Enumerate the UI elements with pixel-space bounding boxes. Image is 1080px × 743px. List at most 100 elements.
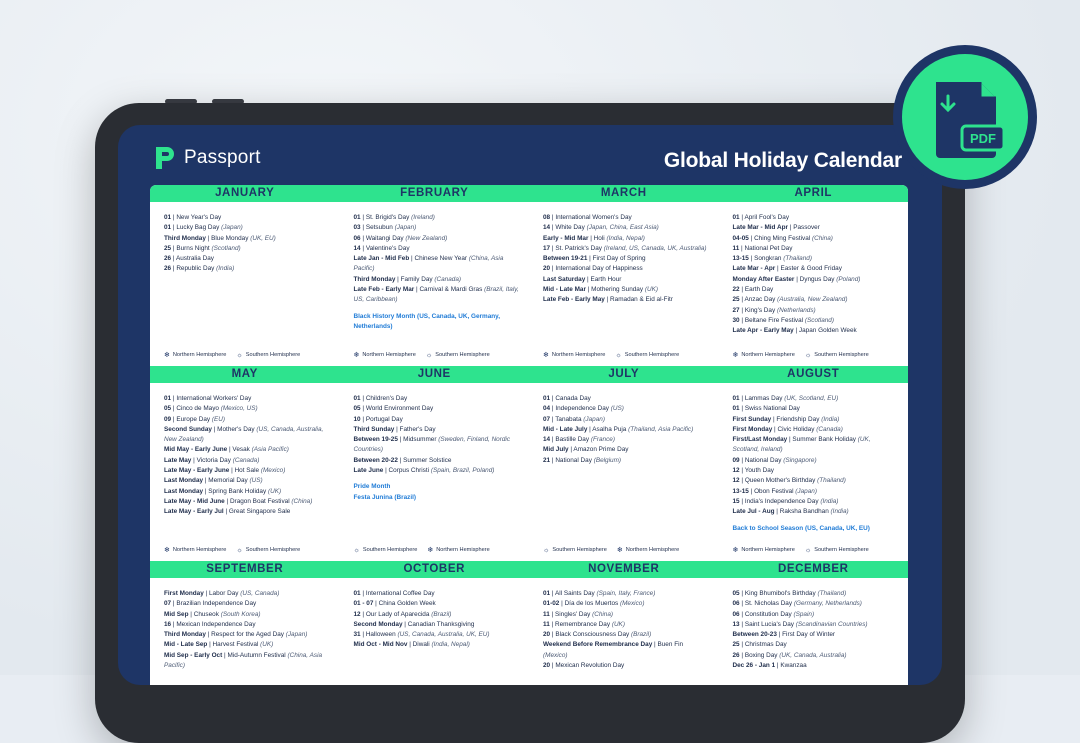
snowflake-icon: ❄ [732,352,739,359]
holiday-entry: 01 | International Coffee Day [353,590,435,597]
holiday-entry: Late Feb - Early Mar | Carnival & Mardi … [353,286,519,304]
holiday-entry: Between 20-23 | First Day of Winter [732,631,836,639]
holiday-entry: Last Saturday | Earth Hour [543,275,622,283]
holiday-entry: Late May | Victoria Day (Canada) [164,456,260,464]
holiday-entry: Mid July | Amazon Prime Day [543,446,629,454]
tablet-screen: Passport Global Holiday Calendar JANUARY… [118,125,942,685]
holiday-entry: Late May - Early June | Hot Sale (Mexico… [164,467,286,475]
sun-icon: ☼ [804,546,812,554]
north-hemisphere-label: ❄ Northern Hemisphere [353,352,416,359]
observance-link[interactable]: Back to School Season (US, Canada, UK, E… [733,524,899,534]
holiday-entry: 14 | Valentine's Day [353,244,410,252]
pdf-download-badge[interactable]: PDF [893,45,1037,189]
month-heading: NOVEMBER [529,561,719,578]
north-hemisphere-label: ❄ Northern Hemisphere [732,352,795,359]
holiday-entry: Late June | Corpus Christi (Spain, Brazi… [353,467,495,475]
holiday-entry: Mid Sep | Chuseok (South Korea) [164,610,261,618]
holiday-entry: 06 | Constitution Day (Spain) [732,610,815,618]
holiday-entry: 01 - 07 | China Golden Week [353,600,436,608]
holiday-entry: 09 | Europe Day (EU) [164,415,225,423]
observance-link[interactable]: Festa Junina (Brazil) [354,493,520,503]
holiday-entry: Between 20-22 | Summer Solstice [353,456,452,464]
pdf-download-icon[interactable]: PDF [902,54,1028,180]
month-heading: DECEMBER [718,561,908,578]
snowflake-icon: ❄ [427,547,434,554]
month-june: JUNE 01 | Children's Day 05 | World Enviro… [339,366,530,561]
holiday-entry: Late Jul - Aug | Raksha Bandhan (India) [732,508,849,516]
holiday-entry: 07 | Tanabata (Japan) [543,415,605,423]
month-january: JANUARY 01 | New Year's Day 01 | Lucky Bag… [150,185,340,366]
hemisphere-legend: ☼ Southern Hemisphere ❄ Northern Hemisphere [543,546,679,555]
month-entries: 01 | International Workers' Day 05 | Cinc… [150,383,340,518]
holiday-entry: 11 | National Pet Day [732,244,793,252]
sun-icon: ☼ [236,546,243,554]
month-entries: 01 | International Coffee Day 01 - 07 | C… [340,578,530,651]
holiday-entry: 05 | King Bhumibol's Birthday (Thailand) [732,590,847,597]
holiday-entry: 17 | St. Patrick's Day (Ireland, US, Can… [543,244,707,252]
month-december: DECEMBER 05 | King Bhumibol's Birthday (T… [718,561,909,685]
month-entries: 01 | Lammas Day (UK, Scotland, EU) 01 | S… [719,383,909,534]
holiday-entry: 05 | Cinco de Mayo (Mexico, US) [164,405,258,413]
month-entries: 01 | April Fool's Day Late Mar - Mid Apr … [719,202,909,337]
observance-link[interactable]: Pride Month [354,482,520,492]
holiday-entry: Third Sunday | Father's Day [353,425,436,433]
month-may: MAY 01 | International Workers' Day 05 | C… [150,366,340,561]
holiday-entry: 25 | Anzac Day (Australia, New Zealand) [732,296,848,304]
calendar-row: SEPTEMBER First Monday | Labor Day (US, C… [150,561,908,685]
holiday-entry: Third Monday | Respect for the Aged Day … [164,631,308,639]
holiday-entry: Mid Oct - Mid Nov | Diwali (India, Nepal… [353,641,470,649]
month-entries: 01 | St. Brigid's Day (Ireland) 03 | Sets… [340,202,530,332]
holiday-entry: Last Monday | Memorial Day (US) [164,477,263,485]
observance-link[interactable]: Black History Month (US, Canada, UK, Ger… [354,312,520,333]
month-heading: JANUARY [150,185,340,202]
south-hemisphere-label: ☼ Southern Hemisphere [804,351,869,359]
hemisphere-legend: ❄ Northern Hemisphere ☼ Southern Hemisphere [164,546,300,555]
calendar-grid: JANUARY 01 | New Year's Day 01 | Lucky Bag… [150,185,908,685]
calendar-row: MAY 01 | International Workers' Day 05 | C… [150,366,908,561]
holiday-entry: 26 | Boxing Day (UK, Canada, Australia) [732,651,847,659]
holiday-entry: 01 | St. Brigid's Day (Ireland) [353,214,435,221]
month-july: JULY 01 | Canada Day 04 | Independence Day… [529,366,719,561]
holiday-entry: 09 | National Day (Singapore) [732,456,817,464]
holiday-entry: Weekend Before Remembrance Day | Buen Fi… [543,641,684,659]
holiday-entry: 01 | April Fool's Day [732,214,790,221]
month-september: SEPTEMBER First Monday | Labor Day (US, C… [150,561,340,685]
holiday-entry: First/Last Monday | Summer Bank Holiday … [732,436,871,454]
month-february: FEBRUARY 01 | St. Brigid's Day (Ireland) 0… [339,185,530,366]
holiday-entry: 06 | St. Nicholas Day (Germany, Netherla… [732,600,862,608]
holiday-entry: 14 | White Day (Japan, China, East Asia) [543,224,659,232]
holiday-entry: Second Monday | Canadian Thanksgiving [353,620,475,628]
holiday-entry: 20 | Black Consciousness Day (Brazil) [543,631,652,639]
north-hemisphere-label: ❄ Northern Hemisphere [164,547,227,554]
month-august: AUGUST 01 | Lammas Day (UK, Scotland, EU)… [718,366,909,561]
holiday-entry: Mid Sep - Early Oct | Mid-Autumn Festiva… [164,651,323,670]
holiday-entry: 26 | Australia Day [164,255,214,263]
month-entries: 05 | King Bhumibol's Birthday (Thailand)… [719,578,909,671]
north-hemisphere-label: ❄ Northern Hemisphere [164,352,227,359]
sun-icon: ☼ [543,546,550,554]
holiday-entry: 25 | Christmas Day [732,641,787,649]
month-entries: 08 | International Women's Day 14 | White… [529,202,719,306]
holiday-entry: 06 | Waitangi Day (New Zealand) [353,234,448,242]
snowflake-icon: ❄ [353,352,360,359]
holiday-entry: Late May - Early Jul | Great Singapore S… [164,508,291,516]
holiday-entry: 13-15 | Obon Festival (Japan) [732,487,817,495]
north-hemisphere-label: ❄ Northern Hemisphere [543,352,606,359]
month-entries: 01 | Children's Day 05 | World Environmen… [340,383,530,503]
holiday-entry: 12 | Queen Mother's Birthday (Thailand) [732,477,846,485]
month-november: NOVEMBER 01 | All Saints Day (Spain, Ital… [529,561,719,685]
holiday-entry: 16 | Mexican Independence Day [164,620,256,628]
sun-icon: ☼ [236,351,243,359]
holiday-entry: Dec 26 - Jan 1 | Kwanzaa [732,662,807,670]
calendar-row: JANUARY 01 | New Year's Day 01 | Lucky Bag… [150,185,908,366]
holiday-entry: 20 | Mexican Revolution Day [543,662,625,670]
holiday-entry: 04 | Independence Day (US) [543,405,624,413]
holiday-entry: 11 | Singles' Day (China) [543,610,614,618]
month-entries: 01 | New Year's Day 01 | Lucky Bag Day (J… [150,202,340,275]
holiday-entry: Mid May - Early June | Vesak (Asia Pacif… [164,446,289,454]
south-hemisphere-label: ☼ Southern Hemisphere [353,546,418,554]
month-heading: OCTOBER [339,561,529,578]
passport-logo: Passport [154,145,261,171]
holiday-entry: Late Feb - Early May | Ramadan & Eid al-… [543,296,673,304]
holiday-entry: 13-15 | Songkran (Thailand) [732,255,812,263]
